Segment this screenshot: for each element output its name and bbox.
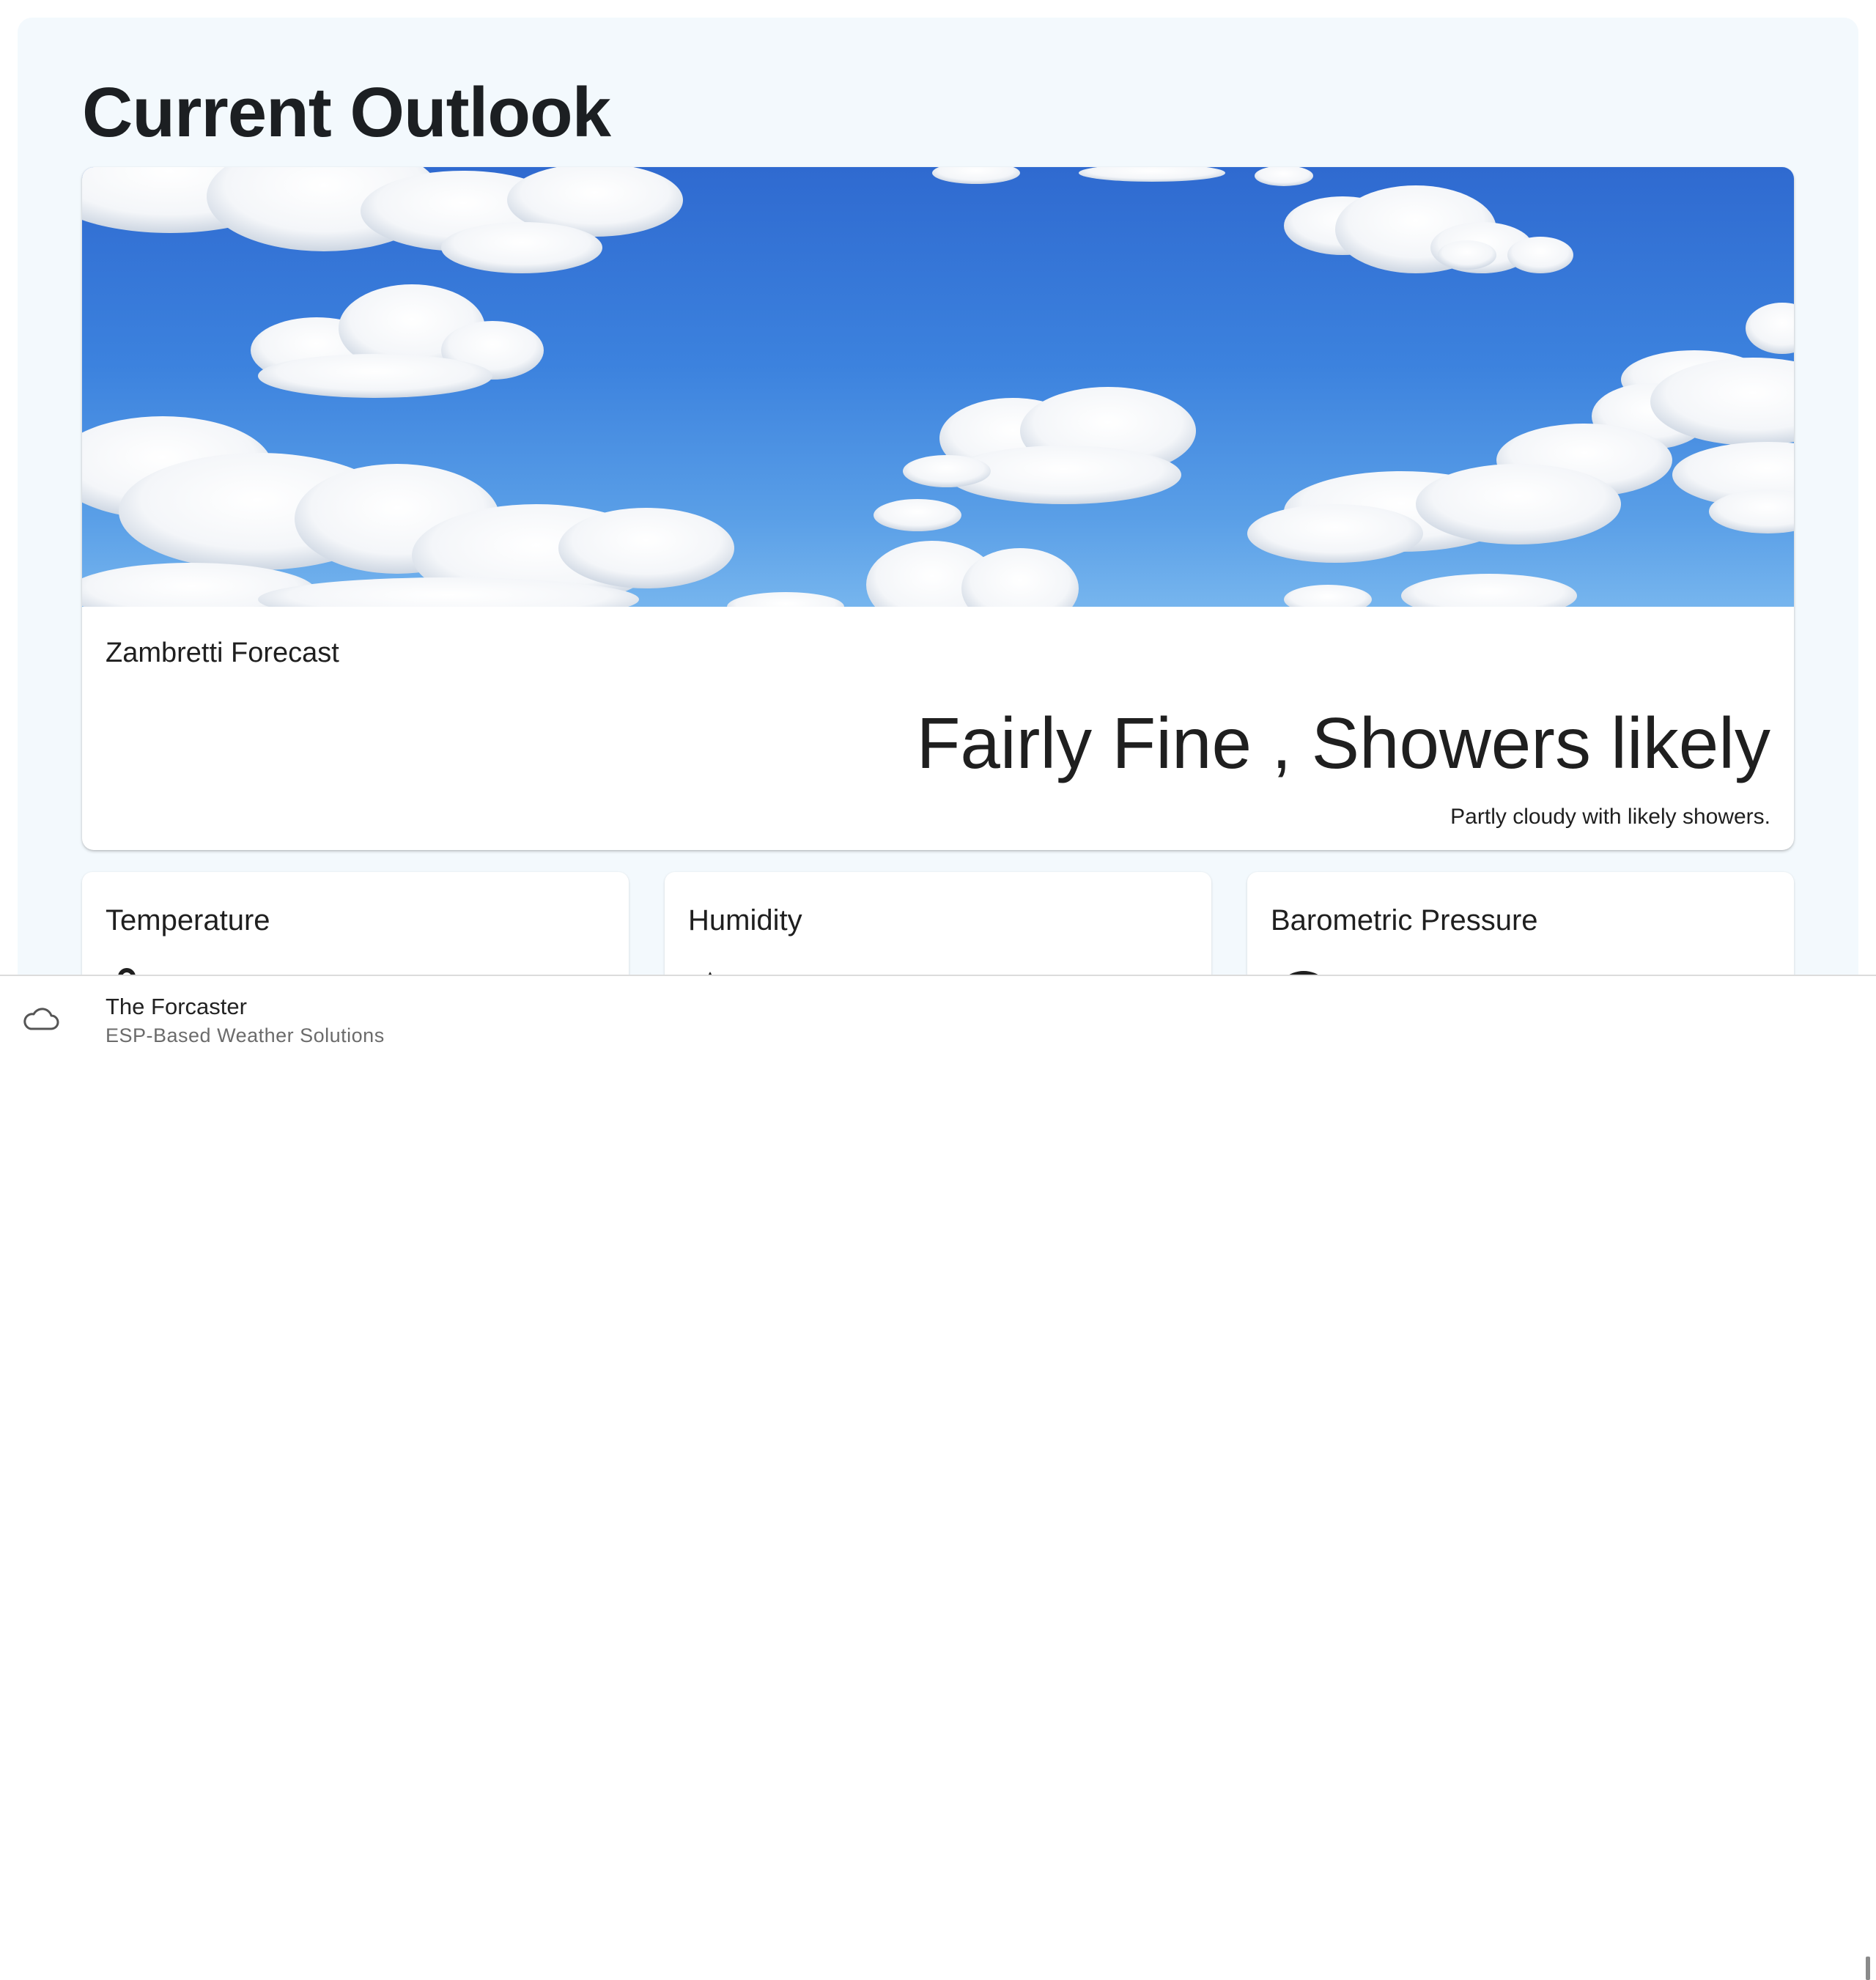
forecast-description: Partly cloudy with likely showers.: [1450, 805, 1770, 829]
dashboard-page: Current Outlook Zambretti Forecast Fairl…: [18, 18, 1858, 1055]
temperature-title: Temperature: [106, 904, 270, 937]
pressure-title: Barometric Pressure: [1271, 904, 1538, 937]
humidity-title: Humidity: [688, 904, 802, 937]
scrollbar-thumb[interactable]: [1866, 1957, 1870, 1980]
forecast-text: Fairly Fine , Showers likely: [916, 703, 1770, 783]
footer-app-title[interactable]: The Forcaster: [106, 994, 247, 1020]
cloud-icon: [23, 1008, 59, 1030]
sky-with-clouds-image: [82, 167, 1794, 607]
outlook-card: Zambretti Forecast Fairly Fine , Showers…: [82, 167, 1794, 850]
footer-bar: The Forcaster ESP-Based Weather Solution…: [0, 975, 1876, 1980]
page-title: Current Outlook: [82, 73, 611, 152]
forecast-label: Zambretti Forecast: [106, 638, 339, 668]
footer-app-subtitle: ESP-Based Weather Solutions: [106, 1024, 385, 1046]
clouds-illustration: [82, 167, 1794, 607]
